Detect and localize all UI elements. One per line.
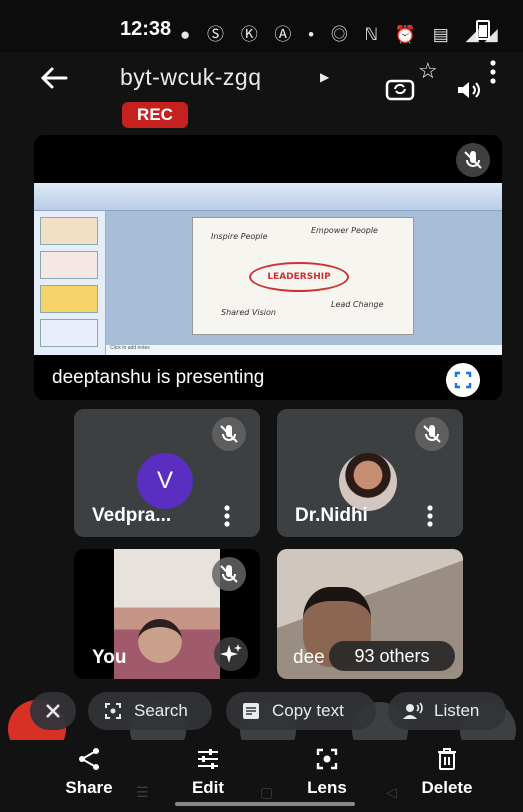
lens-search-icon — [105, 703, 121, 719]
sparkle-icon — [220, 644, 242, 663]
lens-button[interactable]: Lens — [282, 746, 372, 798]
slide-canvas: Inspire People Empower People LEADERSHIP… — [106, 211, 502, 345]
fullscreen-button[interactable] — [446, 363, 480, 397]
copy-text-icon — [243, 703, 259, 719]
tune-icon — [198, 749, 218, 769]
meeting-code[interactable]: byt-wcuk-zgq — [120, 64, 261, 91]
nav-recents-icon[interactable]: ☰ — [136, 784, 149, 801]
listen-chip[interactable]: Listen — [388, 692, 506, 730]
notes-bar: Click to add notes — [106, 345, 502, 355]
nav-back-icon[interactable]: ◁ — [386, 784, 397, 801]
edit-label: Edit — [191, 778, 225, 797]
close-icon — [46, 704, 60, 718]
edit-button[interactable]: Edit — [163, 746, 253, 798]
mic-off-icon — [456, 143, 490, 177]
self-label: You — [92, 647, 127, 668]
share-button[interactable]: Share — [44, 746, 134, 798]
more-vertical-icon[interactable] — [427, 505, 433, 527]
caret-right-icon[interactable]: ▶ — [320, 70, 329, 84]
participant-tile[interactable]: V Vedpra... — [74, 409, 260, 537]
ppt-ribbon — [34, 183, 502, 211]
back-arrow-icon[interactable] — [36, 60, 72, 96]
slide-text-vision: Shared Vision — [221, 308, 276, 317]
search-label: Search — [134, 701, 188, 720]
share-label: Share — [65, 778, 113, 797]
star-icon[interactable]: ☆ — [418, 58, 438, 84]
mic-off-icon — [212, 557, 246, 591]
status-bar: 12:38 ● Ⓢ Ⓚ Ⓐ • ◎ ℕ ⏰ ▤ ◢◢ — [0, 0, 523, 52]
presenting-label: deeptanshu is presenting — [52, 367, 265, 388]
more-vertical-icon[interactable] — [490, 60, 496, 84]
nav-home-icon[interactable]: ▢ — [260, 784, 273, 801]
shared-screen: Inspire People Empower People LEADERSHIP… — [34, 183, 502, 355]
participant-tile[interactable]: Dr.Nidhi — [277, 409, 463, 537]
copy-text-label: Copy text — [272, 701, 344, 720]
slide-text-leadership: LEADERSHIP — [249, 262, 349, 292]
listen-label: Listen — [434, 701, 480, 720]
participant-name: dee — [293, 647, 325, 668]
copy-text-chip[interactable]: Copy text — [226, 692, 376, 730]
search-chip[interactable]: Search — [88, 692, 212, 730]
recording-badge: REC — [122, 102, 188, 128]
slide-thumbnails — [34, 211, 106, 355]
fullscreen-icon — [454, 371, 472, 389]
lens-label: Lens — [307, 778, 347, 797]
avatar — [339, 453, 397, 511]
self-face — [138, 619, 182, 663]
delete-button[interactable]: Delete — [402, 746, 492, 798]
slide-thumbnail — [40, 217, 98, 245]
participant-name: Dr.Nidhi — [295, 505, 368, 526]
close-button[interactable] — [30, 692, 76, 730]
meeting-header: byt-wcuk-zgq ▶ ☆ REC — [0, 52, 523, 132]
gesture-bar — [175, 802, 355, 806]
lens-chip-bar: Search Copy text Listen — [0, 692, 523, 732]
slide-text-change: Lead Change — [331, 300, 384, 309]
status-icons: ● Ⓢ Ⓚ Ⓐ • ◎ ℕ ⏰ ▤ ◢◢ — [180, 25, 504, 44]
more-vertical-icon[interactable] — [224, 505, 230, 527]
mic-off-icon — [212, 417, 246, 451]
status-time: 12:38 — [120, 18, 172, 40]
others-count-chip[interactable]: 93 others — [329, 641, 455, 671]
leadership-slide: Inspire People Empower People LEADERSHIP… — [192, 217, 414, 335]
slide-text-empower: Empower People — [311, 226, 378, 235]
trash-icon — [438, 748, 456, 770]
presentation-tile[interactable]: Inspire People Empower People LEADERSHIP… — [34, 135, 502, 400]
lens-icon — [316, 748, 338, 770]
switch-camera-icon[interactable] — [384, 72, 416, 104]
mic-off-icon — [415, 417, 449, 451]
delete-label: Delete — [421, 778, 473, 797]
slide-thumbnail — [40, 319, 98, 347]
battery-icon — [476, 20, 490, 40]
others-video-tile[interactable]: dee 93 others — [277, 549, 463, 679]
avatar: V — [137, 453, 193, 509]
participant-name: Vedpra... — [92, 505, 172, 526]
listen-icon — [403, 702, 423, 719]
self-video-tile[interactable]: You — [74, 549, 260, 679]
slide-thumbnail — [40, 251, 98, 279]
slide-text-inspire: Inspire People — [211, 232, 268, 241]
slide-thumbnail — [40, 285, 98, 313]
share-icon — [79, 748, 99, 770]
effects-button[interactable] — [214, 637, 248, 671]
speaker-icon[interactable] — [455, 78, 483, 102]
